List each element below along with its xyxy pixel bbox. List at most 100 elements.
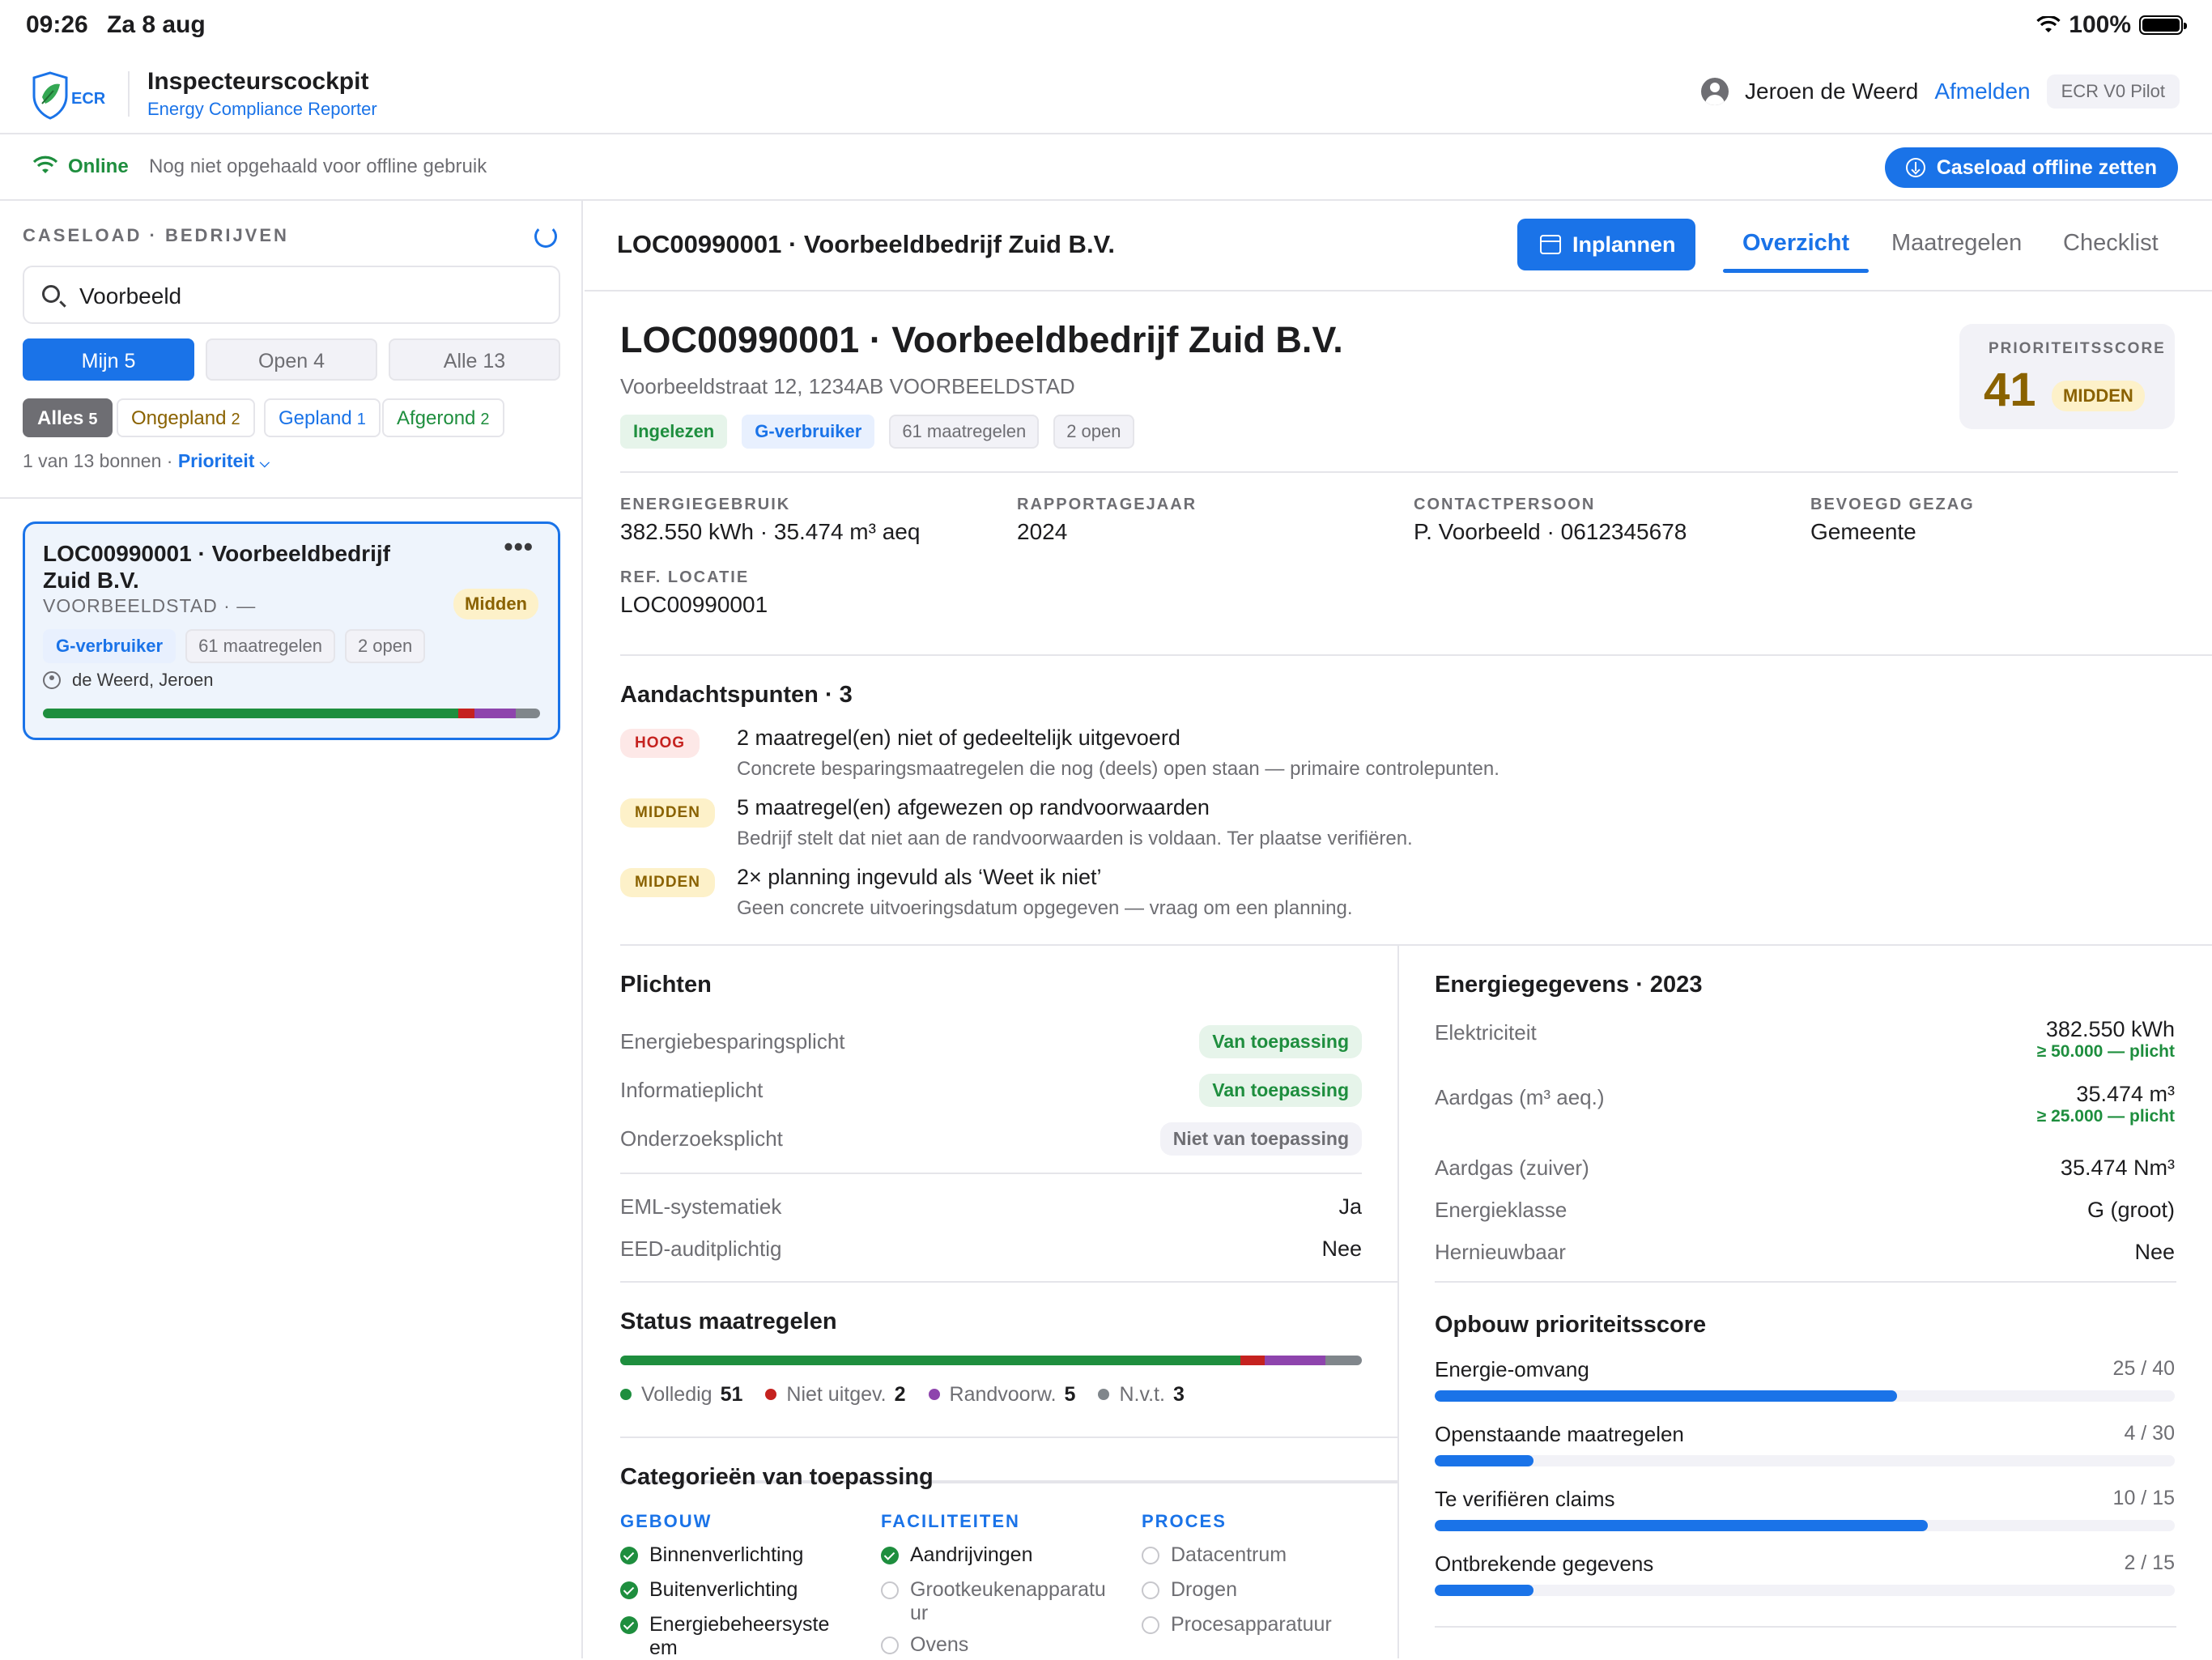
segment-mijn[interactable]: Mijn 5 [23,338,194,381]
legend-item: Volledig 51 [620,1383,742,1407]
energy-value: 382.550 kWh [2045,1017,2175,1041]
battery-percentage: 100% [2069,11,2131,38]
app-header: ECR Inspecteurscockpit Energy Compliance… [0,50,2212,134]
category-item: Aandrijvingen [881,1543,1124,1567]
offline-message: Nog niet opgehaald voor offline gebruik [149,155,487,177]
category-label: Ovens [910,1633,969,1656]
category-group-faciliteiten: FACILITEITEN Aandrijvingen Grootkeukenap… [881,1511,1124,1657]
user-area: Jeroen de Weerd Afmelden ECR V0 Pilot [1701,74,2180,109]
ios-status-bar: 09:26 Za 8 aug 100% [0,0,2212,50]
legend-dot [1098,1389,1110,1400]
energy-value-block: 382.550 kWh ≥ 50.000 — plicht [2037,1017,2175,1062]
category-item: Datacentrum [1142,1543,1385,1567]
category-label: Buitenverlichting [649,1578,798,1601]
legend-count: 5 [1064,1383,1076,1406]
measures-legend: Volledig 51 Niet uitgev. 2 Randvoorw. 5 N.v… [620,1383,1185,1407]
online-wifi-icon [32,155,58,173]
energy-value: Nee [2134,1239,2175,1264]
legend-item: Randvoorw. 5 [928,1383,1076,1407]
legend-count: 3 [1172,1383,1185,1406]
filter-gepland[interactable]: Gepland 1 [264,398,381,437]
online-status: Online [68,155,129,177]
app-title: Inspecteurscockpit [147,68,369,95]
filter-label: Alles [37,407,84,429]
result-count: 1 van 13 bonnen · [23,450,173,471]
energy-value: G (groot) [2087,1197,2175,1222]
status-segment [1264,1356,1325,1365]
caseload-offline-button[interactable]: Caseload offline zetten [1884,147,2178,188]
energy-label: Energieklasse [1435,1197,1568,1222]
category-label: Grootkeukenapparatuur [910,1578,1106,1624]
score-breakdown-title: Opbouw prioriteitsscore [1435,1312,1707,1338]
legend-label: Volledig [641,1383,713,1406]
status-segment [620,1356,1240,1365]
filter-ongepland[interactable]: Ongepland 2 [117,398,255,437]
score-row: Te verifiëren claims 10 / 15 [1435,1487,2175,1551]
energy-threshold: ≥ 25.000 — plicht [2036,1107,2175,1126]
check-icon [881,1547,899,1564]
empty-circle-icon [1142,1581,1159,1599]
score-row-label: Te verifiëren claims [1435,1487,1615,1511]
category-item: Energiebeheersysteem [620,1613,839,1660]
search-input[interactable] [79,280,549,313]
refresh-icon[interactable] [534,225,557,248]
filter-count: 5 [88,411,98,428]
legend-count: 51 [720,1383,743,1406]
legend-dot [765,1389,777,1400]
status-segment [1325,1356,1362,1365]
energy-row: Hernieuwbaar Nee [1435,1231,2175,1273]
category-label: Datacentrum [1171,1543,1287,1566]
sort-dropdown[interactable]: Prioriteit ⌵ [178,450,270,471]
score-row-value: 10 / 15 [2112,1487,2175,1509]
connection-strip: Online Nog niet opgehaald voor offline g… [0,134,2212,201]
battery-icon [2139,15,2187,35]
category-item: Grootkeukenapparatuur [881,1578,1108,1625]
filter-afgerond[interactable]: Afgerond 2 [382,398,504,437]
card-tags: G-verbruiker 61 maatregelen 2 open [43,629,426,663]
tag-measures: 61 maatregelen [185,629,335,663]
score-row-value: 2 / 15 [2124,1551,2175,1574]
category-group-name: GEBOUW [620,1511,713,1531]
category-label: Energiebeheersysteem [649,1613,830,1659]
score-row: Ontbrekende gegevens 2 / 15 [1435,1551,2175,1616]
divider [1435,1281,2176,1283]
filter-alles[interactable]: Alles 5 [23,398,113,437]
measures-status-title: Status maatregelen [620,1309,837,1334]
tag-open: 2 open [344,629,426,663]
score-progress [1435,1520,2175,1531]
status-segment [43,709,459,718]
score-progress-fill [1435,1520,1929,1531]
energy-row: Energieklasse G (groot) [1435,1189,2175,1231]
category-item: Procesapparatuur [1142,1613,1385,1637]
status-segment [515,709,540,718]
filter-label: Afgerond [397,407,476,429]
filter-count: 2 [480,411,490,428]
logout-link[interactable]: Afmelden [1934,79,2030,104]
segment-open[interactable]: Open 4 [206,338,377,381]
energy-label: Aardgas (zuiver) [1435,1155,1589,1180]
score-progress [1435,1390,2175,1402]
more-icon[interactable]: ••• [504,532,534,562]
card-title: LOC00990001 · Voorbeeldbedrijf Zuid B.V. [43,541,390,593]
legend-label: Niet uitgev. [786,1383,887,1406]
score-progress [1435,1455,2175,1466]
energy-row: Aardgas (m³ aeq.) 35.474 m³ ≥ 25.000 — pl… [1435,1082,2175,1147]
empty-circle-icon [1142,1547,1159,1564]
user-icon [43,671,61,689]
version-badge: ECR V0 Pilot [2046,74,2180,109]
detail-panel-lower: Status maatregelen Volledig 51 Niet uitge… [585,201,2212,1660]
status-segment [474,709,516,718]
clock: 09:26 [26,11,88,38]
segment-alle[interactable]: Alle 13 [389,338,560,381]
energy-label: Elektriciteit [1435,1020,1537,1045]
tag-consumer: G-verbruiker [43,629,177,663]
user-name: Jeroen de Weerd [1745,79,1919,104]
score-row: Energie-omvang 25 / 40 [1435,1357,2175,1422]
score-row-value: 25 / 40 [2112,1357,2175,1380]
svg-text:ECR: ECR [71,90,106,108]
filter-count: 2 [231,411,240,428]
case-card[interactable]: LOC00990001 · Voorbeeldbedrijf Zuid B.V.… [23,521,560,740]
category-item: Binnenverlichting [620,1543,863,1567]
energy-title: Energiegegevens · 2023 [1435,972,1703,998]
category-label: Drogen [1171,1578,1237,1601]
